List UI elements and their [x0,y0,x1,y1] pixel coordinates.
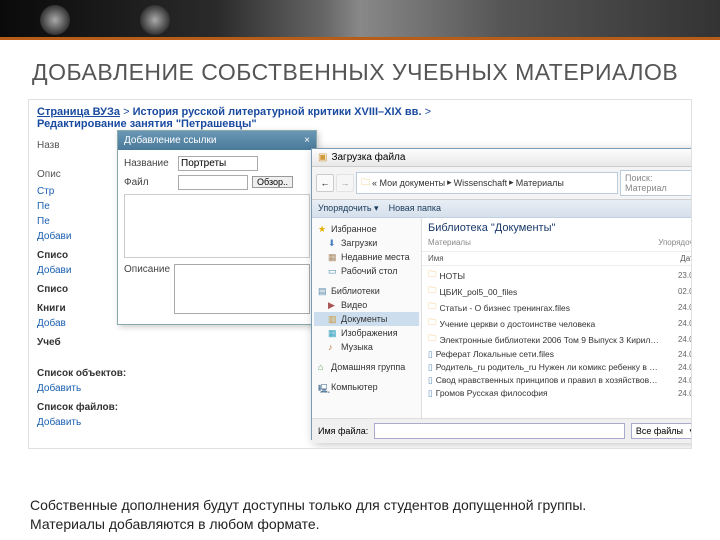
link-name-input[interactable] [178,156,258,171]
video-icon: ▶ [328,300,338,310]
breadcrumb-link[interactable]: Страница ВУЗа [37,106,120,118]
col-date[interactable]: Дата [664,254,692,263]
file-date: 24.09 [664,303,692,312]
file-icon: ▯ [428,349,433,360]
download-icon: ⬇ [328,238,338,248]
add-link-modal: Добавление ссылки × Название Файл Обзор.… [117,130,317,325]
file-name: Родитель_ru родитель_ru Нужен ли комикс … [436,362,661,372]
sidebar-documents[interactable]: ▥Документы [314,312,419,326]
file-date: 24.09 [664,389,692,398]
star-icon: ★ [318,224,328,234]
description-textarea[interactable] [174,264,310,314]
breadcrumb-link[interactable]: История русской литературной критики XVI… [133,106,422,118]
recent-icon: ▦ [328,252,338,262]
file-filter-dropdown[interactable]: Все файлы ▾ [631,423,692,439]
library-icon: ▤ [318,286,328,296]
images-icon: ▦ [328,328,338,338]
modal-title: Добавление ссылки [124,135,216,146]
browse-button[interactable]: Обзор.. [252,176,293,188]
file-icon: ▯ [428,362,433,373]
field-label: Название [124,158,174,169]
search-input[interactable]: Поиск: Материал [620,170,692,196]
sidebar-images[interactable]: ▦Изображения [314,326,419,340]
file-name: Реферат Локальные сети.files [436,349,661,359]
dialog-titlebar[interactable]: ▣ Загрузка файла [312,149,692,167]
file-icon: ▯ [428,388,433,399]
decorative-top-strip [0,0,720,40]
file-date: 24.09 [664,319,692,328]
folder-icon: 🗀 [361,175,370,191]
file-name: НОТЫ [440,271,661,281]
file-row[interactable]: 🗀Электронные библиотеки 2006 Том 9 Выпус… [424,332,692,348]
organize-menu[interactable]: Упорядочить ▾ [318,203,379,214]
file-date: 24.09 [664,350,692,359]
new-folder-button[interactable]: Новая папка [389,203,441,214]
file-name: ЦБИК_pol5_00_files [440,287,661,297]
file-icon: ▯ [428,375,433,386]
path-box[interactable]: 🗀 « Мои документы ▸ Wissenschaft ▸ Матер… [356,172,618,194]
field-label: Файл [124,177,174,188]
sidebar-homegroup[interactable]: ⌂Домашняя группа [314,360,419,374]
file-open-dialog: ▣ Загрузка файла ← → 🗀 « Мои документы ▸… [311,148,692,440]
slide-title: ДОБАВЛЕНИЕ СОБСТВЕННЫХ УЧЕБНЫХ МАТЕРИАЛО… [0,40,720,99]
sidebar-recent[interactable]: ▦Недавние места [314,250,419,264]
sidebar-downloads[interactable]: ⬇Загрузки [314,236,419,250]
folder-icon: ▣ [318,152,327,163]
computer-icon: 🖳 [318,382,328,392]
file-date: 02.03 [664,287,692,296]
desktop-icon: ▭ [328,266,338,276]
music-icon: ♪ [328,342,338,352]
file-name: Статьи - О бизнес тренингах.files [440,303,661,313]
chevron-down-icon: ▾ [689,426,692,437]
file-name: Громов Русская философия [436,388,661,398]
file-row[interactable]: ▯Родитель_ru родитель_ru Нужен ли комикс… [424,361,692,374]
folder-icon: 🗀 [428,285,437,299]
homegroup-icon: ⌂ [318,362,328,372]
file-row[interactable]: ▯Свод нравственных принципов и правил в … [424,374,692,387]
file-path-input[interactable] [178,175,248,190]
dialog-sidebar: ★Избранное ⬇Загрузки ▦Недавние места ▭Ра… [312,218,422,418]
preview-box [124,194,310,258]
folder-icon: 🗀 [428,269,437,283]
nav-back-button[interactable]: ← [316,174,334,192]
sidebar-video[interactable]: ▶Видео [314,298,419,312]
modal-titlebar[interactable]: Добавление ссылки × [118,131,316,150]
file-date: 24.09 [664,376,692,385]
nav-fwd-button[interactable]: → [336,174,354,192]
documents-icon: ▥ [328,314,338,324]
file-list-pane: Библиотека "Документы" МатериалыУпорядоч… [422,218,692,418]
filename-label: Имя файла: [318,426,368,436]
file-row[interactable]: 🗀Учение церкви о достоинстве человека24.… [424,316,692,332]
field-label: Описание [124,264,170,275]
file-name: Электронные библиотеки 2006 Том 9 Выпуск… [440,335,661,345]
dialog-title: Загрузка файла [331,152,405,163]
folder-icon: 🗀 [428,301,437,315]
breadcrumb-current: Редактирование занятия "Петрашевцы" [37,118,257,130]
file-name: Учение церкви о достоинстве человека [440,319,661,329]
file-name: Свод нравственных принципов и правил в х… [436,375,661,385]
dialog-toolbar: Упорядочить ▾ Новая папка [312,200,692,218]
filename-input[interactable] [374,423,625,439]
file-row[interactable]: ▯Реферат Локальные сети.files24.09 [424,348,692,361]
folder-icon: 🗀 [428,333,437,347]
sidebar-libraries[interactable]: ▤Библиотеки [314,284,419,298]
slide-footnote: Собственные дополнения будут доступны то… [30,496,690,534]
folder-icon: 🗀 [428,317,437,331]
sidebar-music[interactable]: ♪Музыка [314,340,419,354]
library-heading: Библиотека "Документы" [422,218,692,238]
file-date: 24.09 [664,335,692,344]
sidebar-desktop[interactable]: ▭Рабочий стол [314,264,419,278]
file-date: 23.03 [664,271,692,280]
file-date: 24.09 [664,363,692,372]
col-name[interactable]: Имя [428,254,664,263]
app-screenshot-area: Страница ВУЗа > История русской литерату… [28,99,692,449]
file-row[interactable]: ▯Громов Русская философия24.09 [424,387,692,400]
sidebar-computer[interactable]: 🖳Компьютер [314,380,419,394]
file-row[interactable]: 🗀Статьи - О бизнес тренингах.files24.09 [424,300,692,316]
file-row[interactable]: 🗀ЦБИК_pol5_00_files02.03 [424,284,692,300]
sidebar-favorites[interactable]: ★Избранное [314,222,419,236]
file-row[interactable]: 🗀НОТЫ23.03 [424,268,692,284]
close-icon[interactable]: × [304,135,310,146]
arrange-menu[interactable]: Упорядочи [658,238,692,247]
